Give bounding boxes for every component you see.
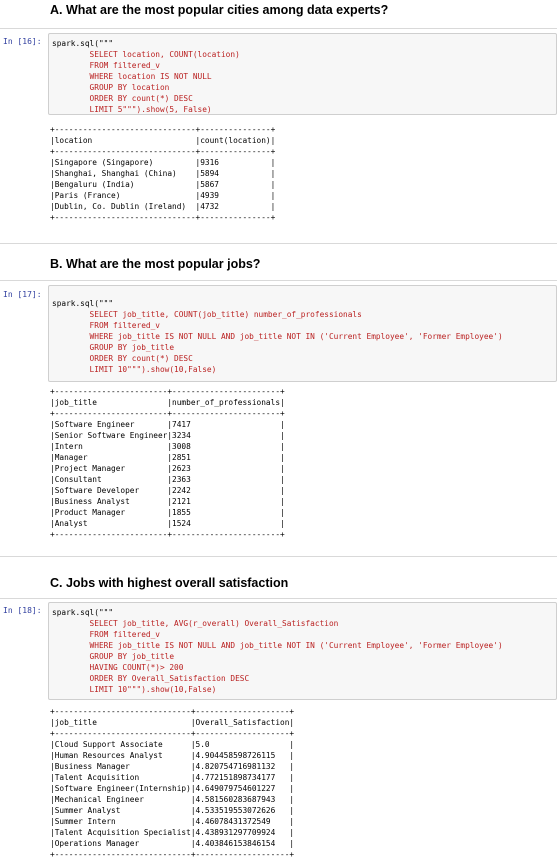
output-line: |Business Analyst |2121 | xyxy=(50,497,285,506)
output-table-satisfaction: +-----------------------------+---------… xyxy=(50,706,294,860)
output-line: |Cloud Support Associate |5.0 | xyxy=(50,740,295,749)
code-line[interactable]: HAVING COUNT(*)> 200 xyxy=(52,662,503,673)
output-line: |Manager |2851 | xyxy=(50,453,285,462)
code-line[interactable]: ORDER BY count(*) DESC xyxy=(52,353,503,364)
output-line: |Mechanical Engineer |4.581560283687943 … xyxy=(50,795,295,804)
code-line[interactable]: ORDER BY Overall_Satisfaction DESC xyxy=(52,673,503,684)
output-line: +------------------------+--------------… xyxy=(50,530,285,539)
section-heading-b: B. What are the most popular jobs? xyxy=(50,257,261,271)
output-line: |Talent Acquisition |4.772151898734177 | xyxy=(50,773,295,782)
code-text[interactable]: spark.sql(""" SELECT job_title, AVG(r_ov… xyxy=(52,607,503,695)
code-line[interactable]: FROM filtered_v xyxy=(52,320,503,331)
output-line: |Analyst |1524 | xyxy=(50,519,285,528)
output-line: |job_title |number_of_professionals| xyxy=(50,398,285,407)
output-line: |Operations Manager |4.403846153846154 | xyxy=(50,839,295,848)
output-line: |Human Resources Analyst |4.904458598726… xyxy=(50,751,295,760)
output-line: +------------------------+--------------… xyxy=(50,387,285,396)
output-line: |Summer Analyst |4.533519553072626 | xyxy=(50,806,295,815)
code-line[interactable]: SELECT location, COUNT(location) xyxy=(52,49,240,60)
code-line[interactable]: LIMIT 10""").show(10,False) xyxy=(52,364,503,375)
output-line: +-----------------------------+---------… xyxy=(50,729,295,738)
output-line: |Product Manager |1855 | xyxy=(50,508,285,517)
output-line: |Singapore (Singapore) |9316 | xyxy=(50,158,276,167)
output-line: |Shanghai, Shanghai (China) |5894 | xyxy=(50,169,276,178)
output-line: |Summer Intern |4.46078431372549 | xyxy=(50,817,295,826)
output-line: +------------------------------+--------… xyxy=(50,147,276,156)
cell-prompt: In [16]: xyxy=(3,37,42,46)
code-line[interactable]: spark.sql(""" xyxy=(52,607,503,618)
cell-divider xyxy=(0,556,557,557)
code-cell-18[interactable]: spark.sql(""" SELECT job_title, AVG(r_ov… xyxy=(48,602,557,700)
output-line: |Intern |3008 | xyxy=(50,442,285,451)
code-line[interactable]: ORDER BY count(*) DESC xyxy=(52,93,240,104)
code-line[interactable]: LIMIT 5""").show(5, False) xyxy=(52,104,240,115)
code-line[interactable]: spark.sql(""" xyxy=(52,298,503,309)
cell-prompt: In [17]: xyxy=(3,290,42,299)
section-heading-c: C. Jobs with highest overall satisfactio… xyxy=(50,576,289,590)
code-line[interactable]: GROUP BY location xyxy=(52,82,240,93)
code-line[interactable]: GROUP BY job_title xyxy=(52,651,503,662)
output-line: |Consultant |2363 | xyxy=(50,475,285,484)
output-line: |Project Manager |2623 | xyxy=(50,464,285,473)
section-heading-a: A. What are the most popular cities amon… xyxy=(50,3,389,17)
output-line: |job_title |Overall_Satisfaction| xyxy=(50,718,295,727)
code-cell-16[interactable]: spark.sql(""" SELECT location, COUNT(loc… xyxy=(48,33,557,115)
output-line: +-----------------------------+---------… xyxy=(50,850,295,859)
output-line: |Paris (France) |4939 | xyxy=(50,191,276,200)
cell-divider xyxy=(0,243,557,244)
code-line[interactable]: WHERE location IS NOT NULL xyxy=(52,71,240,82)
output-table-jobs: +------------------------+--------------… xyxy=(50,386,285,540)
code-line[interactable]: SELECT job_title, AVG(r_overall) Overall… xyxy=(52,618,503,629)
cell-divider xyxy=(0,598,557,599)
output-line: +------------------------------+--------… xyxy=(50,125,276,134)
output-line: |Software Developer |2242 | xyxy=(50,486,285,495)
output-line: |location |count(location)| xyxy=(50,136,276,145)
output-line: |Talent Acquisition Specialist|4.4389312… xyxy=(50,828,295,837)
output-line: +------------------------+--------------… xyxy=(50,409,285,418)
output-line: +------------------------------+--------… xyxy=(50,213,276,222)
output-line: |Software Engineer(Internship)|4.6490797… xyxy=(50,784,295,793)
cell-divider xyxy=(0,28,557,29)
cell-prompt: In [18]: xyxy=(3,606,42,615)
code-line[interactable]: SELECT job_title, COUNT(job_title) numbe… xyxy=(52,309,503,320)
code-line[interactable]: spark.sql(""" xyxy=(52,38,240,49)
code-text[interactable]: spark.sql(""" SELECT job_title, COUNT(jo… xyxy=(52,298,503,375)
code-text[interactable]: spark.sql(""" SELECT location, COUNT(loc… xyxy=(52,38,240,115)
output-line: +-----------------------------+---------… xyxy=(50,707,295,716)
code-line[interactable]: WHERE job_title IS NOT NULL AND job_titl… xyxy=(52,640,503,651)
code-line[interactable]: LIMIT 10""").show(10,False) xyxy=(52,684,503,695)
code-line[interactable]: FROM filtered_v xyxy=(52,629,503,640)
output-table-locations: +------------------------------+--------… xyxy=(50,124,275,223)
output-line: |Business Manager |4.820754716981132 | xyxy=(50,762,295,771)
cell-divider xyxy=(0,280,557,281)
code-cell-17[interactable]: spark.sql(""" SELECT job_title, COUNT(jo… xyxy=(48,285,557,382)
output-line: |Senior Software Engineer|3234 | xyxy=(50,431,285,440)
code-line[interactable]: GROUP BY job_title xyxy=(52,342,503,353)
output-line: |Dublin, Co. Dublin (Ireland) |4732 | xyxy=(50,202,276,211)
output-line: |Software Engineer |7417 | xyxy=(50,420,285,429)
code-line[interactable]: FROM filtered_v xyxy=(52,60,240,71)
output-line: |Bengaluru (India) |5867 | xyxy=(50,180,276,189)
code-line[interactable]: WHERE job_title IS NOT NULL AND job_titl… xyxy=(52,331,503,342)
